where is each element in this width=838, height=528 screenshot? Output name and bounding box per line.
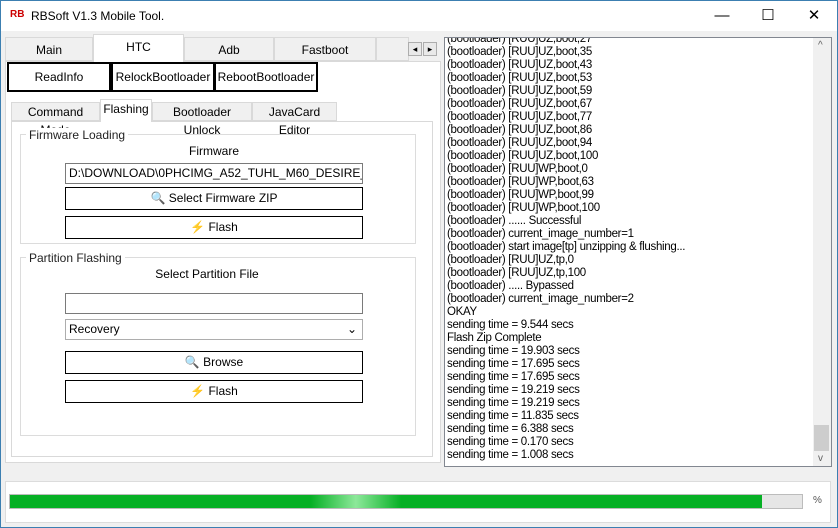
progress-bar <box>9 494 803 509</box>
browse-button[interactable]: 🔍 Browse <box>65 351 363 374</box>
read-info-button[interactable]: ReadInfo <box>7 62 111 92</box>
firmware-path-input[interactable]: D:\DOWNLOAD\0PHCIMG_A52_TUHL_M60_DESIRE_… <box>65 163 363 184</box>
search-icon: 🔍 <box>150 191 166 205</box>
flash-firmware-button[interactable]: ⚡ Flash <box>65 216 363 239</box>
select-firmware-zip-label: Select Firmware ZIP <box>168 191 278 205</box>
log-line: (bootloader) [RUU]UZ,boot,35 <box>447 46 593 58</box>
lightning-icon: ⚡ <box>190 384 206 398</box>
scroll-up-icon[interactable]: ^ <box>818 40 823 51</box>
subtab-command-mode[interactable]: Command Mode <box>11 102 100 137</box>
flash-partition-button[interactable]: ⚡ Flash <box>65 380 363 403</box>
log-line: (bootloader) ...... Successful <box>447 215 582 227</box>
tab-scroll-left-button[interactable]: ◂ <box>408 42 422 56</box>
close-button[interactable]: ✕ <box>791 1 837 31</box>
log-line: (bootloader) [RUU]WP,boot,99 <box>447 189 594 201</box>
maximize-button[interactable]: ☐ <box>745 1 791 31</box>
search-icon: 🔍 <box>184 355 200 369</box>
log-line: (bootloader) [RUU]UZ,boot,59 <box>447 85 593 97</box>
flash-label: Flash <box>208 384 238 398</box>
tab-overflow[interactable] <box>376 37 409 61</box>
select-partition-file-label: Select Partition File <box>155 267 259 281</box>
minimize-button[interactable]: — <box>699 1 745 31</box>
partition-flashing-group <box>20 257 416 436</box>
partition-flashing-label: Partition Flashing <box>26 251 125 265</box>
log-line: (bootloader) start image[tp] unzipping &… <box>447 241 686 253</box>
flash-label: Flash <box>208 220 238 234</box>
reboot-bootloader-button[interactable]: RebootBootloader <box>214 62 318 92</box>
log-line: (bootloader) [RUU]UZ,boot,94 <box>447 137 593 149</box>
partition-selected-value: Recovery <box>69 322 120 336</box>
progress-percent-label: % <box>813 495 822 506</box>
log-line: (bootloader) [RUU]WP,boot,0 <box>447 163 588 175</box>
log-line: (bootloader) [RUU]UZ,boot,53 <box>447 72 593 84</box>
window-title: RBSoft V1.3 Mobile Tool. <box>31 9 165 23</box>
scroll-down-icon[interactable]: v <box>818 453 823 464</box>
log-line: sending time = 11.835 secs <box>447 410 579 422</box>
tab-scroll-right-button[interactable]: ▸ <box>423 42 437 56</box>
log-line: sending time = 19.219 secs <box>447 384 580 396</box>
scrollbar-thumb[interactable] <box>814 425 829 451</box>
log-line: (bootloader) current_image_number=2 <box>447 293 634 305</box>
log-line: sending time = 9.544 secs <box>447 319 574 331</box>
log-line: (bootloader) [RUU]UZ,boot,27 <box>447 37 593 45</box>
title-bar: RB RBSoft V1.3 Mobile Tool. — ☐ ✕ <box>1 1 837 31</box>
log-line: Flash Zip Complete <box>447 332 542 344</box>
log-line: sending time = 1.008 secs <box>447 449 574 461</box>
log-line: (bootloader) [RUU]UZ,boot,86 <box>447 124 593 136</box>
tab-htc[interactable]: HTC <box>93 34 184 62</box>
log-line: (bootloader) [RUU]UZ,boot,100 <box>447 150 599 162</box>
log-line: (bootloader) [RUU]UZ,boot,67 <box>447 98 593 110</box>
log-line: (bootloader) [RUU]UZ,boot,43 <box>447 59 593 71</box>
log-scrollbar[interactable]: ^ v <box>813 38 831 466</box>
subtab-javacard-editor[interactable]: JavaCard Editor <box>252 102 337 137</box>
log-line: sending time = 6.388 secs <box>447 423 574 435</box>
log-line: (bootloader) [RUU]UZ,tp,100 <box>447 267 586 279</box>
firmware-loading-label: Firmware Loading <box>26 128 129 142</box>
log-line: sending time = 17.695 secs <box>447 358 580 370</box>
log-line: (bootloader) [RUU]UZ,tp,0 <box>447 254 574 266</box>
firmware-label: Firmware <box>189 144 239 158</box>
log-line: (bootloader) current_image_number=1 <box>447 228 634 240</box>
tab-main[interactable]: Main <box>5 37 93 61</box>
log-line: (bootloader) [RUU]WP,boot,100 <box>447 202 600 214</box>
tab-fastboot[interactable]: Fastboot <box>274 37 376 61</box>
log-line: sending time = 0.170 secs <box>447 436 574 448</box>
progress-fill <box>10 495 763 508</box>
log-line: sending time = 19.219 secs <box>447 397 580 409</box>
select-firmware-zip-button[interactable]: 🔍 Select Firmware ZIP <box>65 187 363 210</box>
log-lines: (bootloader) [RUU]UZ,boot,27 (bootloader)… <box>447 37 686 462</box>
subtab-flashing[interactable]: Flashing <box>100 99 152 122</box>
log-output[interactable]: (bootloader) [RUU]UZ,boot,27 (bootloader)… <box>444 37 832 467</box>
log-line: (bootloader) [RUU]UZ,boot,77 <box>447 111 593 123</box>
log-line: sending time = 17.695 secs <box>447 371 580 383</box>
partition-select[interactable]: Recovery ⌄ <box>65 319 363 340</box>
browse-label: Browse <box>203 355 244 369</box>
chevron-down-icon: ⌄ <box>346 322 357 336</box>
tab-adb[interactable]: Adb <box>184 37 274 61</box>
app-logo-icon: RB <box>10 9 25 20</box>
subtab-bootloader-unlock[interactable]: Bootloader Unlock <box>152 102 252 137</box>
log-line: (bootloader) [RUU]WP,boot,63 <box>447 176 594 188</box>
partition-file-input[interactable] <box>65 293 363 314</box>
log-line: sending time = 19.903 secs <box>447 345 580 357</box>
relock-bootloader-button[interactable]: RelockBootloader <box>111 62 215 92</box>
log-line: OKAY <box>447 306 477 318</box>
log-line: (bootloader) ..... Bypassed <box>447 280 574 292</box>
lightning-icon: ⚡ <box>190 220 206 234</box>
